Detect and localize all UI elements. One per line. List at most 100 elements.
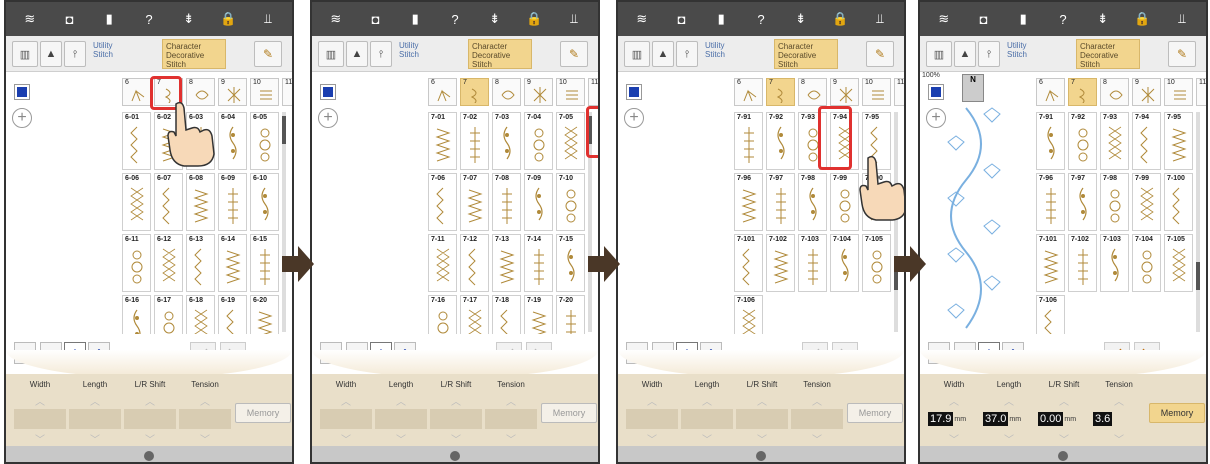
camera-icon[interactable]: ◘ xyxy=(59,8,81,30)
category-7[interactable]: 7 xyxy=(1068,78,1097,106)
tension-increase-button[interactable]: ︿ xyxy=(787,393,847,408)
wifi-icon[interactable]: ≋ xyxy=(19,8,41,30)
memory-button[interactable]: Memory xyxy=(235,403,291,423)
length-increase-button[interactable]: ︿ xyxy=(65,393,125,408)
stitch-7-103[interactable]: 7-103 xyxy=(1100,234,1129,292)
needle-tab-icon[interactable]: ⫯ xyxy=(978,41,1000,67)
document-icon[interactable]: ▮ xyxy=(98,8,120,30)
stitch-6-08[interactable]: 6-08 xyxy=(186,173,215,231)
category-10[interactable]: 10 xyxy=(1164,78,1193,106)
document-icon[interactable]: ▮ xyxy=(710,8,732,30)
stitch-7-02[interactable]: 7-02 xyxy=(460,112,489,170)
width-increase-button[interactable]: ︿ xyxy=(622,393,682,408)
tension-decrease-button[interactable]: ﹀ xyxy=(175,431,235,446)
memory-button[interactable]: Memory xyxy=(847,403,903,423)
lr_shift-increase-button[interactable]: ︿ xyxy=(732,393,792,408)
book-icon[interactable]: ▥ xyxy=(926,41,952,67)
length-increase-button[interactable]: ︿ xyxy=(979,393,1039,408)
category-9[interactable]: 9 xyxy=(830,78,859,106)
book-icon[interactable]: ▥ xyxy=(624,41,650,67)
category-11[interactable]: 11 xyxy=(1196,78,1206,106)
needle-icon[interactable]: ⇟ xyxy=(484,8,506,30)
color-swatch[interactable] xyxy=(928,84,944,100)
needle-icon[interactable]: ⇟ xyxy=(178,8,200,30)
tab-character-decorative[interactable]: Character Decorative Stitch xyxy=(774,39,838,69)
tab-character-decorative[interactable]: Character Decorative Stitch xyxy=(162,39,226,69)
scrollbar[interactable] xyxy=(1196,112,1200,332)
stitch-7-91[interactable]: 7-91 xyxy=(1036,112,1065,170)
stitch-6-13[interactable]: 6-13 xyxy=(186,234,215,292)
stitch-6-15[interactable]: 6-15 xyxy=(250,234,279,292)
wifi-icon[interactable]: ≋ xyxy=(933,8,955,30)
triangle-icon[interactable]: ▲ xyxy=(346,41,368,67)
tab-utility-stitch[interactable]: Utility Stitch xyxy=(396,39,456,69)
presser-foot-icon[interactable]: ⫫ xyxy=(563,8,585,30)
stitch-7-92[interactable]: 7-92 xyxy=(1068,112,1097,170)
document-icon[interactable]: ▮ xyxy=(1012,8,1034,30)
triangle-icon[interactable]: ▲ xyxy=(954,41,976,67)
help-icon[interactable]: ? xyxy=(1052,8,1074,30)
lr_shift-increase-button[interactable]: ︿ xyxy=(1034,393,1094,408)
length-decrease-button[interactable]: ﹀ xyxy=(371,431,431,446)
stitch-6-06[interactable]: 6-06 xyxy=(122,173,151,231)
add-icon[interactable]: + xyxy=(12,108,32,128)
width-decrease-button[interactable]: ﹀ xyxy=(316,431,376,446)
stitch-7-14[interactable]: 7-14 xyxy=(524,234,553,292)
category-6[interactable]: 6 xyxy=(1036,78,1065,106)
stitch-6-09[interactable]: 6-09 xyxy=(218,173,247,231)
edit-pencil-icon[interactable]: ✎ xyxy=(866,41,894,67)
stitch-7-99[interactable]: 7-99 xyxy=(1132,173,1161,231)
memory-button[interactable]: Memory xyxy=(541,403,597,423)
home-icon[interactable] xyxy=(144,451,154,461)
category-7[interactable]: 7 xyxy=(460,78,489,106)
camera-icon[interactable]: ◘ xyxy=(365,8,387,30)
category-8[interactable]: 8 xyxy=(798,78,827,106)
memory-button[interactable]: Memory xyxy=(1149,403,1205,423)
lock-icon[interactable]: 🔒 xyxy=(1131,8,1153,30)
color-swatch[interactable] xyxy=(626,84,642,100)
stitch-7-11[interactable]: 7-11 xyxy=(428,234,457,292)
stitch-7-03[interactable]: 7-03 xyxy=(492,112,521,170)
lock-icon[interactable]: 🔒 xyxy=(217,8,239,30)
stitch-7-104[interactable]: 7-104 xyxy=(830,234,859,292)
lock-icon[interactable]: 🔒 xyxy=(523,8,545,30)
help-icon[interactable]: ? xyxy=(750,8,772,30)
presser-foot-icon[interactable]: ⫫ xyxy=(869,8,891,30)
stitch-7-06[interactable]: 7-06 xyxy=(428,173,457,231)
add-icon[interactable]: + xyxy=(624,108,644,128)
tension-decrease-button[interactable]: ﹀ xyxy=(481,431,541,446)
stitch-6-14[interactable]: 6-14 xyxy=(218,234,247,292)
category-11[interactable]: 11 xyxy=(282,78,292,106)
book-icon[interactable]: ▥ xyxy=(318,41,344,67)
category-9[interactable]: 9 xyxy=(1132,78,1161,106)
stitch-7-93[interactable]: 7-93 xyxy=(1100,112,1129,170)
book-icon[interactable]: ▥ xyxy=(12,41,38,67)
edit-pencil-icon[interactable]: ✎ xyxy=(560,41,588,67)
triangle-icon[interactable]: ▲ xyxy=(652,41,674,67)
stitch-7-96[interactable]: 7-96 xyxy=(1036,173,1065,231)
width-decrease-button[interactable]: ﹀ xyxy=(924,431,984,446)
camera-icon[interactable]: ◘ xyxy=(973,8,995,30)
stitch-6-07[interactable]: 6-07 xyxy=(154,173,183,231)
category-6[interactable]: 6 xyxy=(122,78,151,106)
tab-character-decorative[interactable]: Character Decorative Stitch xyxy=(468,39,532,69)
tension-decrease-button[interactable]: ﹀ xyxy=(787,431,847,446)
length-decrease-button[interactable]: ﹀ xyxy=(65,431,125,446)
tension-increase-button[interactable]: ︿ xyxy=(175,393,235,408)
lr_shift-increase-button[interactable]: ︿ xyxy=(426,393,486,408)
stitch-7-07[interactable]: 7-07 xyxy=(460,173,489,231)
lock-icon[interactable]: 🔒 xyxy=(829,8,851,30)
stitch-6-05[interactable]: 6-05 xyxy=(250,112,279,170)
length-increase-button[interactable]: ︿ xyxy=(677,393,737,408)
stitch-7-96[interactable]: 7-96 xyxy=(734,173,763,231)
help-icon[interactable]: ? xyxy=(138,8,160,30)
stitch-7-104[interactable]: 7-104 xyxy=(1132,234,1161,292)
width-increase-button[interactable]: ︿ xyxy=(316,393,376,408)
stitch-7-94[interactable]: 7-94 xyxy=(1132,112,1161,170)
stitch-7-98[interactable]: 7-98 xyxy=(798,173,827,231)
needle-icon[interactable]: ⇟ xyxy=(790,8,812,30)
tab-utility-stitch[interactable]: Utility Stitch xyxy=(702,39,762,69)
home-icon[interactable] xyxy=(450,451,460,461)
stitch-7-12[interactable]: 7-12 xyxy=(460,234,489,292)
width-increase-button[interactable]: ︿ xyxy=(10,393,70,408)
